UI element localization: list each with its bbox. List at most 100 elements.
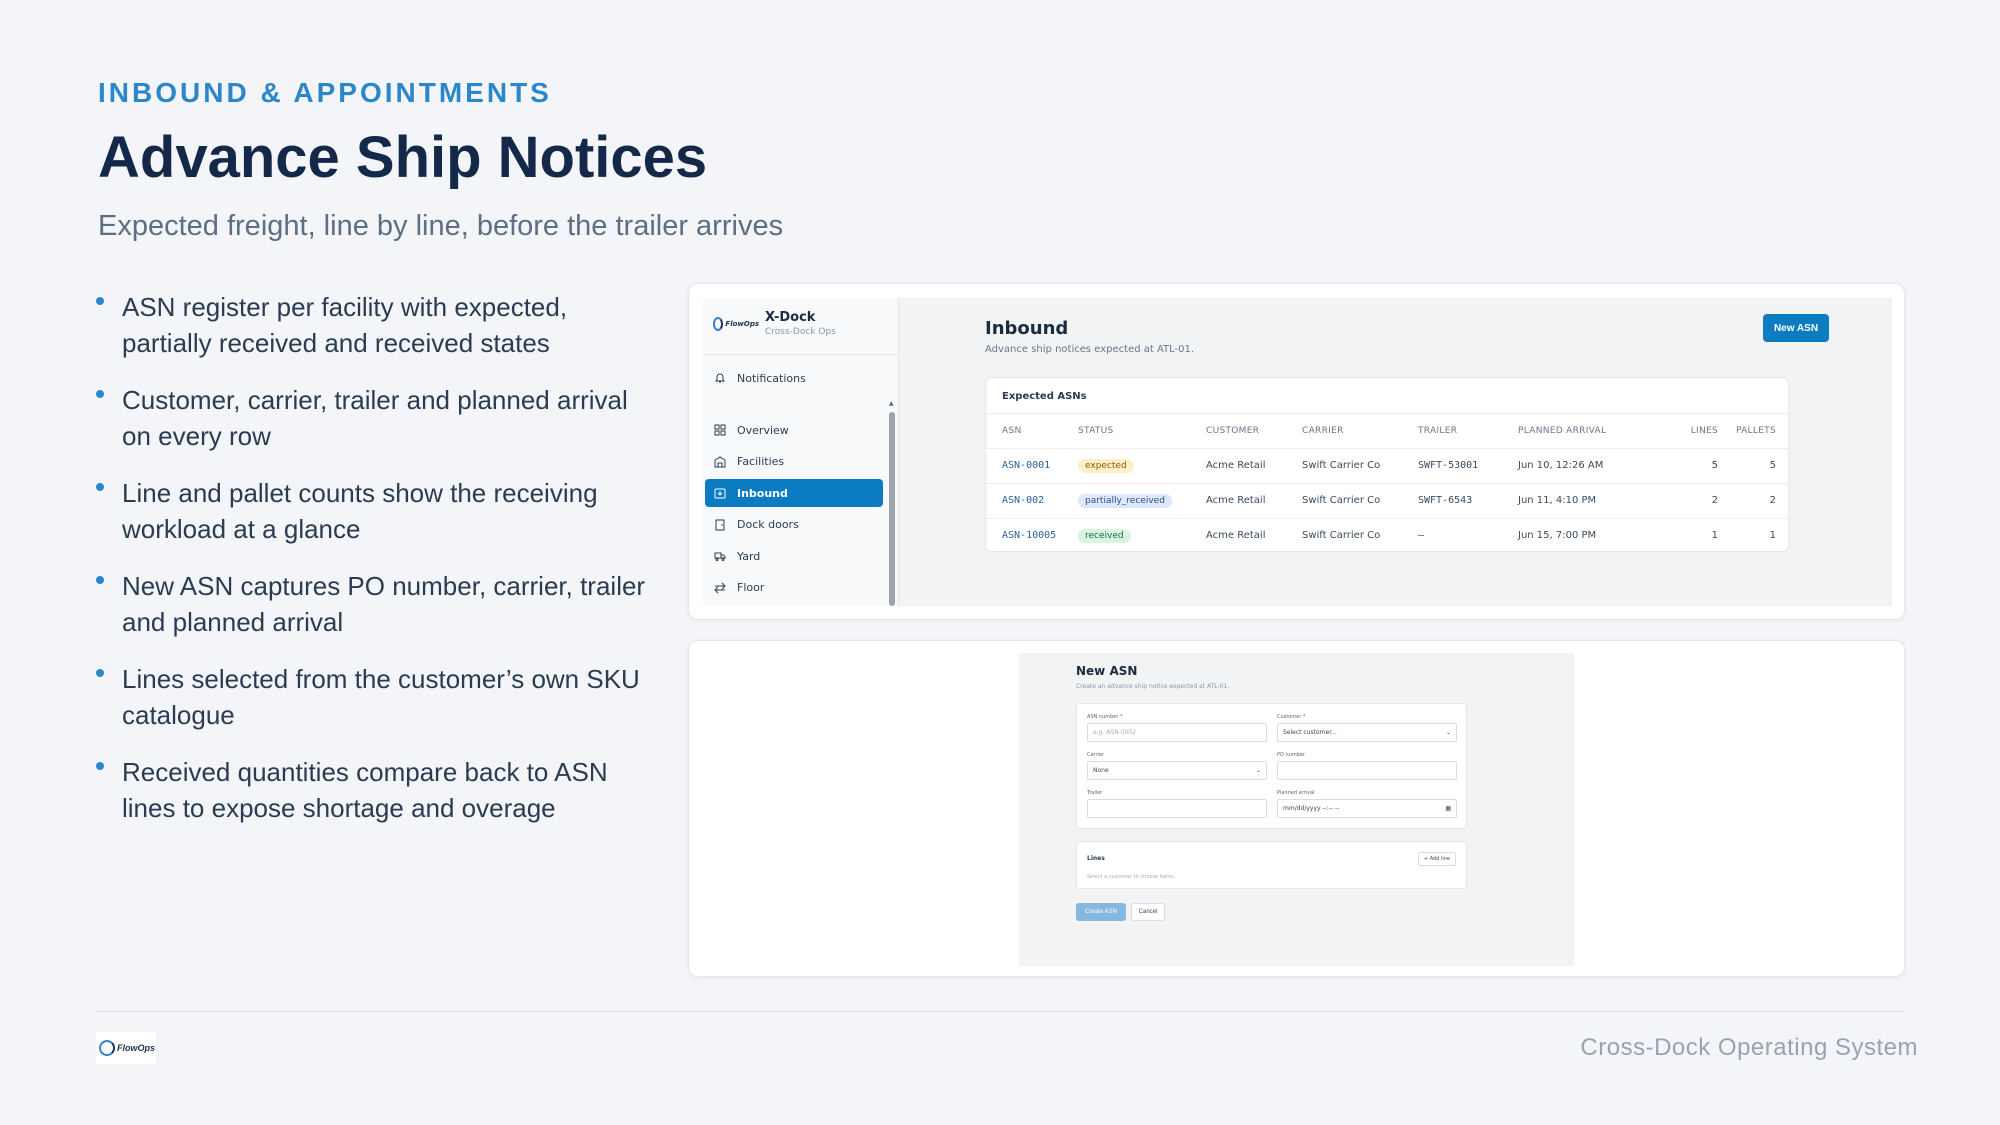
lines-title: Lines <box>1087 855 1105 862</box>
feature-list: ASN register per facility with expected,… <box>96 289 656 847</box>
building-icon <box>713 455 727 469</box>
arrows-icon <box>713 581 727 595</box>
carrier-cell: Swift Carrier Co <box>1302 448 1418 484</box>
bell-icon <box>713 371 727 385</box>
po-number-field-group: PO number <box>1277 752 1457 780</box>
new-asn-button[interactable]: New ASN <box>1763 314 1829 342</box>
sidebar-item-overview[interactable]: Overview <box>705 416 883 444</box>
add-line-button[interactable]: + Add line <box>1417 852 1456 866</box>
pallets-cell: 5 <box>1718 448 1790 484</box>
scroll-up-icon[interactable]: ▲ <box>889 400 894 407</box>
bullet-item: Lines selected from the customer’s own S… <box>96 661 656 733</box>
scrollbar-thumb[interactable] <box>889 412 895 606</box>
trailer-cell: — <box>1418 530 1425 542</box>
footer-divider <box>96 1011 1904 1012</box>
column-header: PALLETS <box>1718 414 1790 449</box>
customer-cell: Acme Retail <box>1206 530 1266 542</box>
asn-number-input[interactable]: e.g. ASN-0002 <box>1087 723 1267 742</box>
sidebar-item-yard[interactable]: Yard <box>705 542 883 570</box>
arrival-cell: Jun 10, 12:26 AM <box>1518 448 1668 484</box>
asn-table: ASN STATUS CUSTOMER CARRIER TRAILER PLAN… <box>986 414 1790 553</box>
column-header: CUSTOMER <box>1206 414 1302 449</box>
lines-help-text: Select a customer to choose items. <box>1087 874 1176 880</box>
lines-cell: 2 <box>1668 483 1718 519</box>
customer-select[interactable]: Select customer... ⌄ <box>1277 723 1457 742</box>
asn-number-field-group: ASN number * e.g. ASN-0002 <box>1087 714 1267 742</box>
status-badge: received <box>1078 528 1131 543</box>
asn-link[interactable]: ASN-002 <box>1002 495 1044 506</box>
form-title: New ASN <box>1076 664 1138 678</box>
asn-link[interactable]: ASN-0001 <box>1002 460 1050 471</box>
bullet-item: New ASN captures PO number, carrier, tra… <box>96 568 656 640</box>
chevron-down-icon: ⌄ <box>1445 729 1451 736</box>
expected-asns-card: Expected ASNs ASN STATUS CUSTOMER CARRIE… <box>985 377 1790 553</box>
page-title: Inbound <box>985 318 1069 339</box>
inbound-icon <box>713 486 727 500</box>
cancel-button[interactable]: Cancel <box>1131 903 1165 921</box>
bullet-item: Customer, carrier, trailer and planned a… <box>96 382 656 454</box>
create-asn-button[interactable]: Create ASN <box>1076 903 1126 921</box>
page-subtitle: Advance ship notices expected at ATL-01. <box>985 344 1195 355</box>
sidebar-item-dock-doors[interactable]: Dock doors <box>705 511 883 539</box>
bullet-item: ASN register per facility with expected,… <box>96 289 656 361</box>
trailer-cell: SWFT-6543 <box>1418 483 1518 519</box>
sidebar-nav: Overview Facilities Inbound Dock doors Y… <box>705 416 883 605</box>
arrival-cell: Jun 11, 4:10 PM <box>1518 483 1668 519</box>
bullet-item: Received quantities compare back to ASN … <box>96 754 656 826</box>
status-badge: partially_received <box>1078 493 1172 508</box>
table-row[interactable]: ASN-10005 received Acme Retail Swift Car… <box>986 518 1790 553</box>
brand: FlowOps X-Dock Cross-Dock Ops <box>713 310 836 337</box>
calendar-icon[interactable]: ▦ <box>1445 805 1451 812</box>
grid-icon <box>713 423 727 437</box>
column-header: TRAILER <box>1418 414 1518 449</box>
sidebar-item-floor[interactable]: Floor <box>705 574 883 602</box>
bullet-item: Line and pallet counts show the receivin… <box>96 475 656 547</box>
brand-subtitle: Cross-Dock Ops <box>765 327 836 337</box>
section-eyebrow: INBOUND & APPOINTMENTS <box>98 77 552 108</box>
new-asn-screenshot-card: New ASN Create an advance ship notice ex… <box>688 640 1905 977</box>
trailer-input[interactable] <box>1087 799 1267 818</box>
customer-cell: Acme Retail <box>1206 483 1302 519</box>
pallets-cell: 2 <box>1718 483 1790 519</box>
sidebar-divider <box>703 354 899 355</box>
table-header-row: ASN STATUS CUSTOMER CARRIER TRAILER PLAN… <box>986 414 1790 449</box>
po-number-input[interactable] <box>1277 761 1457 780</box>
sidebar-scrollbar[interactable]: ▲ <box>889 400 895 606</box>
chevron-down-icon: ⌄ <box>1255 767 1261 774</box>
carrier-cell: Swift Carrier Co <box>1302 530 1381 542</box>
notifications-link[interactable]: Notifications <box>713 371 806 385</box>
customer-cell: Acme Retail <box>1206 448 1302 484</box>
asn-link[interactable]: ASN-10005 <box>1002 530 1056 541</box>
form-subtitle: Create an advance ship notice expected a… <box>1076 683 1230 690</box>
arrival-cell: Jun 15, 7:00 PM <box>1518 530 1597 542</box>
planned-arrival-field-group: Planned arrival mm/dd/yyyy --:-- -- ▦ <box>1277 790 1457 818</box>
inbound-app-window: FlowOps X-Dock Cross-Dock Ops Notificati… <box>703 298 1892 606</box>
sidebar-item-inbound[interactable]: Inbound <box>705 479 883 507</box>
inbound-screenshot-card: FlowOps X-Dock Cross-Dock Ops Notificati… <box>688 283 1905 620</box>
carrier-field-group: Carrier None ⌄ <box>1087 752 1267 780</box>
carrier-select[interactable]: None ⌄ <box>1087 761 1267 780</box>
sidebar-item-facilities[interactable]: Facilities <box>705 448 883 476</box>
asn-details-card: ASN number * e.g. ASN-0002 Customer * Se… <box>1076 703 1467 829</box>
footer-logo: FlowOps <box>96 1032 156 1064</box>
column-header: CARRIER <box>1302 414 1418 449</box>
column-header: STATUS <box>1078 414 1206 449</box>
brand-name: X-Dock <box>765 310 816 325</box>
trailer-field-group: Trailer <box>1087 790 1267 818</box>
lines-card: Lines + Add line Select a customer to ch… <box>1076 841 1467 889</box>
status-badge: expected <box>1078 458 1134 473</box>
table-row[interactable]: ASN-002 partially_received Acme Retail S… <box>986 483 1790 519</box>
customer-field-group: Customer * Select customer... ⌄ <box>1277 714 1457 742</box>
planned-arrival-input[interactable]: mm/dd/yyyy --:-- -- ▦ <box>1277 799 1457 818</box>
sidebar: FlowOps X-Dock Cross-Dock Ops Notificati… <box>703 298 899 606</box>
footer-caption: Cross-Dock Operating System <box>1580 1034 1918 1061</box>
table-title: Expected ASNs <box>1002 391 1087 402</box>
column-header: LINES <box>1668 414 1718 449</box>
flowops-logo: FlowOps <box>713 314 759 334</box>
door-icon <box>713 518 727 532</box>
column-header: PLANNED ARRIVAL <box>1518 414 1668 449</box>
table-row[interactable]: ASN-0001 expected Acme Retail Swift Carr… <box>986 448 1790 484</box>
lines-cell: 1 <box>1711 530 1718 542</box>
logo-swirl-icon <box>99 1040 115 1056</box>
pallets-cell: 1 <box>1769 530 1776 542</box>
